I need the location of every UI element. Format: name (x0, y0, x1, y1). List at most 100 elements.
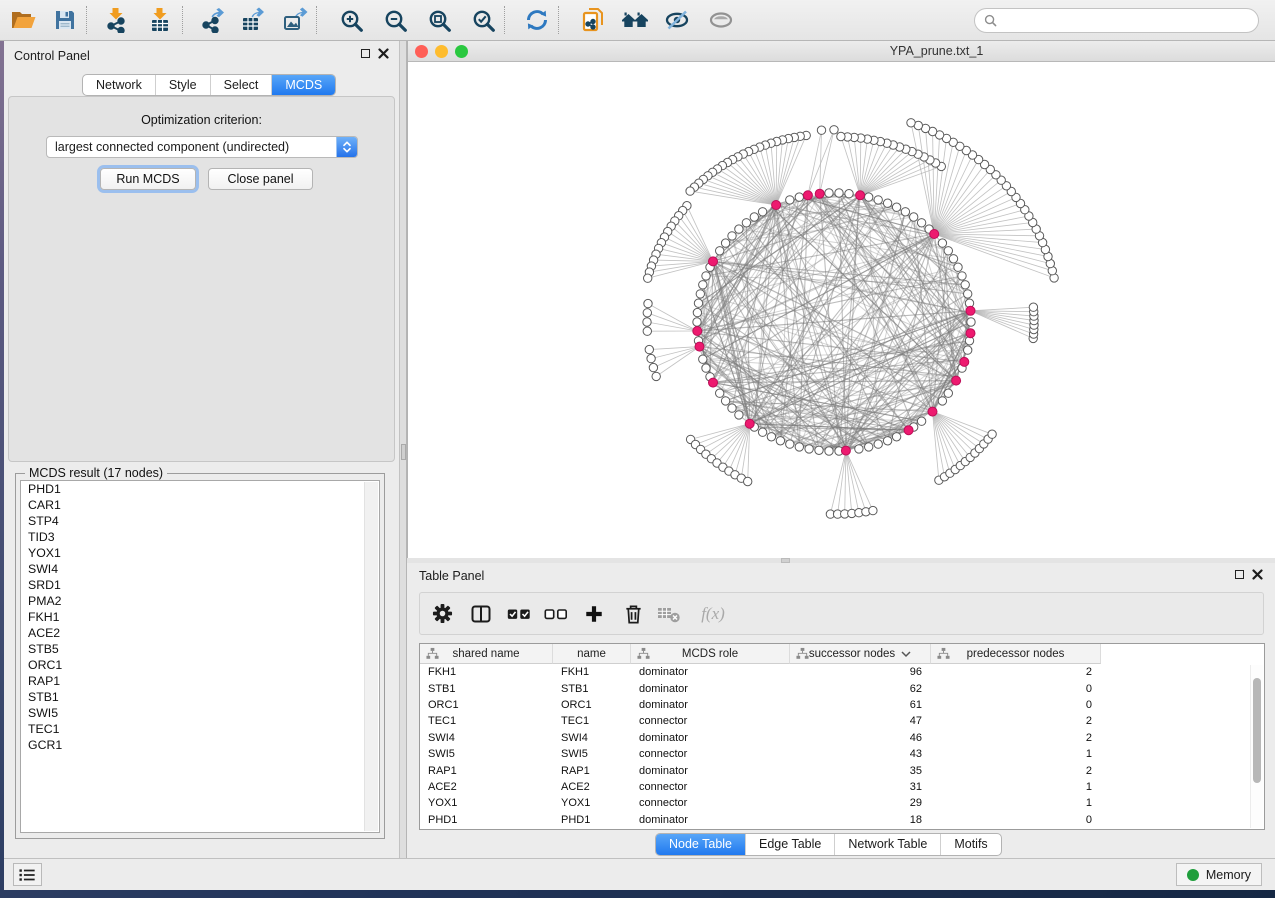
task-history-button[interactable] (13, 863, 42, 886)
select-all-rows-icon[interactable] (507, 602, 531, 626)
import-network-icon[interactable] (102, 5, 132, 35)
splitter-handle[interactable] (401, 444, 406, 460)
table-row[interactable]: SWI5SWI5connector431 (420, 746, 1264, 762)
zoom-fit-icon[interactable] (424, 5, 454, 35)
home-icon[interactable] (620, 5, 650, 35)
apply-layout-icon[interactable] (522, 5, 552, 35)
table-row[interactable]: STB1STB1dominator620 (420, 680, 1264, 696)
table-row[interactable]: SWI4SWI4dominator462 (420, 730, 1264, 746)
mcds-result-item[interactable]: ORC1 (21, 657, 379, 673)
mcds-result-item[interactable]: PMA2 (21, 593, 379, 609)
deselect-all-rows-icon[interactable] (544, 602, 568, 626)
table-row[interactable]: TEC1TEC1connector472 (420, 713, 1264, 729)
mcds-result-item[interactable]: ACE2 (21, 625, 379, 641)
mcds-result-item[interactable]: TEC1 (21, 721, 379, 737)
column-header-name[interactable]: name (553, 644, 631, 664)
new-network-file-icon[interactable] (578, 5, 608, 35)
zoom-selected-icon[interactable] (468, 5, 498, 35)
float-window-icon[interactable] (1235, 570, 1244, 579)
column-header-predecessor-nodes[interactable]: predecessor nodes (931, 644, 1101, 664)
network-titlebar[interactable]: YPA_prune.txt_1 (408, 41, 1275, 62)
column-header-MCDS-role[interactable]: MCDS role (631, 644, 790, 664)
mcds-result-list[interactable]: PHD1CAR1STP4TID3YOX1SWI4SRD1PMA2FKH1ACE2… (20, 480, 380, 833)
tab-mcds[interactable]: MCDS (271, 75, 335, 95)
close-icon[interactable] (378, 48, 389, 59)
scrollbar-track[interactable] (1250, 665, 1263, 828)
hide-annotations-icon[interactable] (662, 5, 692, 35)
column-header-successor-nodes[interactable]: successor nodes (790, 644, 931, 664)
table-row[interactable]: FKH1FKH1dominator962 (420, 664, 1264, 680)
memory-button[interactable]: Memory (1176, 863, 1262, 886)
save-session-icon[interactable] (50, 5, 80, 35)
table-row[interactable]: ORC1ORC1dominator610 (420, 697, 1264, 713)
zoom-out-icon[interactable] (380, 5, 410, 35)
vertical-splitter[interactable] (399, 41, 407, 858)
mcds-result-item[interactable]: FKH1 (21, 609, 379, 625)
table-settings-gear-icon[interactable] (430, 602, 454, 626)
export-table-icon[interactable] (238, 5, 268, 35)
mcds-result-item[interactable]: TID3 (21, 529, 379, 545)
function-builder-icon[interactable]: f(x) (695, 602, 731, 626)
mcds-result-item[interactable]: STP4 (21, 513, 379, 529)
network-graph (408, 62, 1275, 558)
network-canvas[interactable] (408, 62, 1275, 558)
table-tabs: Node TableEdge TableNetwork TableMotifs (655, 833, 1002, 856)
mcds-result-item[interactable]: STB5 (21, 641, 379, 657)
table-row[interactable]: PHD1PHD1dominator180 (420, 812, 1264, 828)
mcds-result-item[interactable]: SWI5 (21, 705, 379, 721)
scrollbar-track[interactable] (364, 482, 378, 831)
close-panel-button[interactable]: Close panel (208, 168, 313, 190)
mcds-result-item[interactable]: STB1 (21, 689, 379, 705)
cell-succ: 31 (790, 781, 931, 793)
main-toolbar (0, 0, 1275, 41)
tab-select[interactable]: Select (210, 75, 272, 95)
delete-column-trash-icon[interactable] (621, 602, 645, 626)
zoom-in-icon[interactable] (336, 5, 366, 35)
tab-style[interactable]: Style (155, 75, 210, 95)
table-row[interactable]: ACE2ACE2connector311 (420, 779, 1264, 795)
toolbar-separator (182, 6, 184, 34)
delete-table-icon[interactable] (657, 602, 681, 626)
mcds-result-item[interactable]: CAR1 (21, 497, 379, 513)
mcds-result-item[interactable]: SRD1 (21, 577, 379, 593)
tab-node-table[interactable]: Node Table (656, 834, 745, 855)
run-mcds-button[interactable]: Run MCDS (100, 168, 196, 190)
mcds-result-item[interactable]: SWI4 (21, 561, 379, 577)
show-columns-icon[interactable] (469, 602, 493, 626)
float-window-icon[interactable] (361, 49, 370, 58)
show-annotations-icon[interactable] (706, 5, 736, 35)
cell-role: connector (631, 781, 790, 793)
toolbar-separator (86, 6, 88, 34)
tab-network-table[interactable]: Network Table (834, 834, 940, 855)
criterion-label: Optimization criterion: (9, 113, 394, 127)
export-network-icon[interactable] (198, 5, 228, 35)
search-input[interactable] (1003, 12, 1249, 28)
mcds-result-item[interactable]: GCR1 (21, 737, 379, 753)
cell-name: STB1 (553, 683, 631, 695)
cell-pred: 1 (931, 797, 1101, 809)
criterion-select[interactable]: largest connected component (undirected) (46, 136, 358, 158)
create-column-icon[interactable] (582, 602, 606, 626)
open-file-icon[interactable] (8, 5, 38, 35)
node-table[interactable]: shared namenameMCDS rolesuccessor nodesp… (419, 643, 1265, 830)
cell-pred: 1 (931, 781, 1101, 793)
import-table-icon[interactable] (146, 5, 176, 35)
mcds-result-item[interactable]: PHD1 (21, 481, 379, 497)
tab-network[interactable]: Network (83, 75, 155, 95)
cell-shared: ORC1 (420, 699, 553, 711)
column-header-shared-name[interactable]: shared name (420, 644, 553, 664)
table-row[interactable]: YOX1YOX1connector291 (420, 795, 1264, 811)
mcds-result-item[interactable]: YOX1 (21, 545, 379, 561)
mcds-result-item[interactable]: RAP1 (21, 673, 379, 689)
scrollbar-thumb[interactable] (1253, 678, 1261, 783)
sort-desc-icon[interactable] (901, 650, 911, 658)
select-stepper-icon (336, 137, 357, 157)
cell-shared: ACE2 (420, 781, 553, 793)
search-box[interactable] (974, 8, 1259, 33)
export-image-icon[interactable] (280, 5, 310, 35)
close-icon[interactable] (1252, 569, 1263, 580)
tab-edge-table[interactable]: Edge Table (745, 834, 834, 855)
cell-shared: PHD1 (420, 814, 553, 826)
tab-motifs[interactable]: Motifs (940, 834, 1000, 855)
table-row[interactable]: RAP1RAP1dominator352 (420, 762, 1264, 778)
